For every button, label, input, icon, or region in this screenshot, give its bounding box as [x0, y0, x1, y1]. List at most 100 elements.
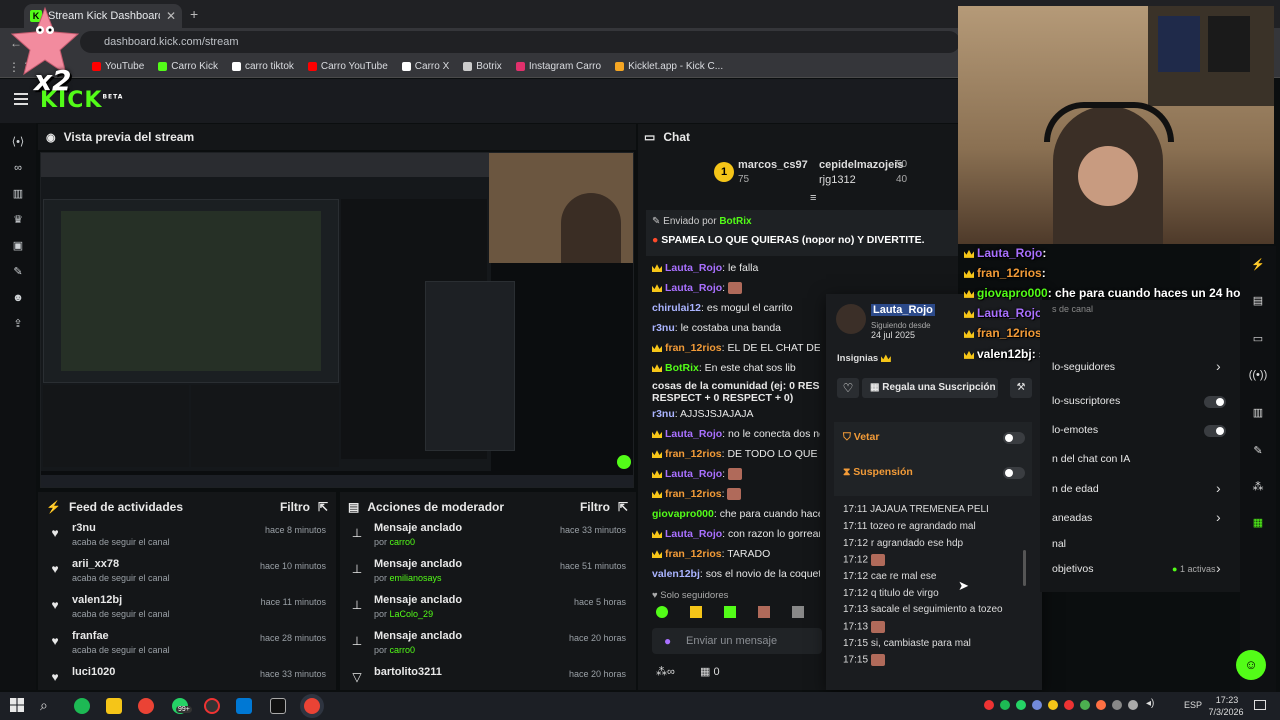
mod-action-row[interactable]: ⊥ Mensaje anclado por emilianosays hace 51 … [340, 558, 636, 594]
setting-item[interactable]: n de edad [1052, 483, 1099, 495]
address-bar[interactable]: dashboard.kick.com/stream [80, 31, 960, 53]
chat-message[interactable]: valen12bj: sos el novio de la coqueta? [652, 568, 820, 580]
chat-message[interactable]: r3nu: le costaba una banda [652, 322, 820, 334]
gift-sub-button[interactable]: ▦ Regala una Suscripción [862, 378, 998, 398]
bookmark-item[interactable]: Botrix [463, 61, 502, 72]
chat-message[interactable]: fran_12rios: TARADO [652, 548, 820, 560]
chat-username[interactable]: r3nu [652, 408, 675, 420]
dots-icon[interactable]: ⁂ [1243, 472, 1273, 502]
chrome-active-icon[interactable] [304, 698, 320, 714]
chat-message[interactable]: fran_12rios: DE TODO LO QUE ESCR [652, 448, 820, 460]
file-explorer-icon[interactable] [106, 698, 122, 714]
clip-icon[interactable]: ▦ [1243, 508, 1273, 538]
mod-action-row[interactable]: ⊥ Mensaje anclado por carro0 hace 20 horas [340, 630, 636, 666]
language-indicator[interactable]: ESP [1184, 700, 1202, 710]
popout-icon[interactable]: ⇱ [318, 500, 328, 514]
activity-row[interactable]: ♥ franfae acaba de seguir el canal hace 28 … [38, 630, 336, 666]
mic-icon[interactable]: ● [664, 634, 671, 648]
bookmark-item[interactable]: Instagram Carro [515, 61, 601, 72]
bookmark-item[interactable]: Carro X [401, 61, 449, 72]
emotes-toggle[interactable] [1204, 425, 1226, 437]
tray-icon[interactable] [1000, 700, 1010, 710]
mod-filter-button[interactable]: Filtro [580, 500, 610, 514]
capcut-icon[interactable] [270, 698, 286, 714]
chat-username[interactable]: fran_12rios [665, 548, 722, 560]
spotify-icon[interactable] [74, 698, 90, 714]
mod-action-row[interactable]: ⊥ Mensaje anclado por LaColo_29 hace 5 hora… [340, 594, 636, 630]
chat-message[interactable]: BotRix: En este chat sos lib [652, 362, 820, 374]
chat-username[interactable]: r3nu [652, 322, 675, 334]
tab-close-icon[interactable]: ✕ [166, 9, 176, 23]
chat-message[interactable]: giovapro000: che para cuando haces u [652, 508, 820, 520]
chat-username[interactable]: Lauta_Rojo [665, 262, 722, 274]
link-icon[interactable]: ∞ [11, 161, 25, 175]
chat-message[interactable]: cosas de la comunidad (ej: 0 RESPEC [652, 380, 820, 392]
setting-item[interactable]: aneadas [1052, 512, 1092, 524]
clock-time[interactable]: 17:23 [1212, 695, 1242, 705]
wrench-icon[interactable]: ✎ [1243, 436, 1273, 466]
chat-username[interactable]: fran_12rios [665, 448, 722, 460]
leader-3-name[interactable]: rjg1312 [819, 174, 856, 186]
video-icon[interactable]: ▣ [11, 239, 25, 253]
activity-row[interactable]: ♥ r3nu acaba de seguir el canal hace 8 minu… [38, 522, 336, 558]
activity-row[interactable]: ♥ valen12bj acaba de seguir el canal hace 1… [38, 594, 336, 630]
emote-icon[interactable] [690, 606, 702, 618]
message-icon[interactable]: ▭ [1243, 324, 1273, 354]
chat-message[interactable]: Lauta_Rojo: le falla [652, 262, 820, 274]
chat-username[interactable]: BotRix [665, 362, 699, 374]
tray-icon[interactable] [1032, 700, 1042, 710]
mod-tools-button[interactable]: ⚒ [1010, 378, 1032, 398]
chat-username[interactable]: Lauta_Rojo [665, 528, 722, 540]
leader-1-name[interactable]: marcos_cs97 [738, 159, 808, 171]
tray-icon[interactable] [1112, 700, 1122, 710]
emote-icon[interactable] [758, 606, 770, 618]
chat-username[interactable]: Lauta_Rojo [665, 428, 722, 440]
chat-message[interactable]: fran_12rios: [652, 488, 820, 501]
setting-item[interactable]: lo-seguidores [1052, 361, 1115, 373]
chat-username[interactable]: valen12bj [652, 568, 700, 580]
history-scrollbar[interactable] [1023, 550, 1026, 586]
chat-message[interactable]: r3nu: AJJSJSJAJAJA [652, 408, 820, 420]
help-button[interactable]: ☺ [1236, 650, 1266, 680]
chevron-right-icon[interactable]: › [1216, 480, 1221, 496]
emote-icon[interactable] [656, 606, 668, 618]
bolt-icon[interactable]: ⚡ [1243, 250, 1273, 280]
storage-icon[interactable]: ▥ [1243, 398, 1273, 428]
chat-username[interactable]: Lauta_Rojo [665, 468, 722, 480]
subs-toggle[interactable] [1204, 396, 1226, 408]
trophy-icon[interactable]: ♛ [11, 213, 25, 227]
chat-message[interactable]: fran_12rios: EL DE EL CHAT DE LO Q [652, 342, 820, 354]
store-icon[interactable] [236, 698, 252, 714]
mod-action-row[interactable]: ⊥ Mensaje anclado por carro0 hace 33 minuto… [340, 522, 636, 558]
activity-filter-button[interactable]: Filtro [280, 500, 310, 514]
points-icon[interactable]: ⁂∞ [656, 665, 675, 678]
volume-icon[interactable]: ◂) [1146, 698, 1154, 709]
tray-icon[interactable] [1080, 700, 1090, 710]
user-card-name[interactable]: Lauta_Rojo [871, 304, 935, 316]
tray-icon[interactable] [984, 700, 994, 710]
stream-icon[interactable]: ⟨•⟩ [11, 135, 25, 149]
bookmark-item[interactable]: carro tiktok [231, 61, 294, 72]
community-icon[interactable]: ☻ [11, 291, 25, 305]
setting-item[interactable]: nal [1052, 538, 1066, 550]
clipboard-icon[interactable]: ▤ [1243, 286, 1273, 316]
bookmark-item[interactable]: Carro Kick [158, 61, 218, 72]
setting-item[interactable]: lo-emotes [1052, 424, 1098, 436]
setting-item[interactable]: objetivos [1052, 563, 1093, 575]
activity-row[interactable]: ♥ arii_xx78 acaba de seguir el canal hace 1… [38, 558, 336, 594]
broadcast-icon[interactable]: ((•)) [1243, 360, 1273, 390]
follow-heart-button[interactable]: ♡ [837, 378, 859, 398]
menu-icon[interactable] [14, 93, 28, 105]
collapse-icon[interactable]: ≡ [810, 192, 816, 204]
chevron-right-icon[interactable]: › [1216, 560, 1221, 576]
chat-username[interactable]: chirulai12 [652, 302, 701, 314]
tools-icon[interactable]: ✎ [11, 265, 25, 279]
emote-icon[interactable] [724, 606, 736, 618]
upload-icon[interactable]: ⇪ [11, 317, 25, 331]
chevron-right-icon[interactable]: › [1216, 509, 1221, 525]
gift-counter[interactable]: ▦ 0 [700, 665, 720, 678]
veto-toggle[interactable] [1003, 432, 1025, 444]
tray-icon[interactable] [1096, 700, 1106, 710]
chat-input[interactable]: ● Enviar un mensaje [652, 628, 822, 654]
chat-message[interactable]: Lauta_Rojo: [652, 282, 820, 295]
